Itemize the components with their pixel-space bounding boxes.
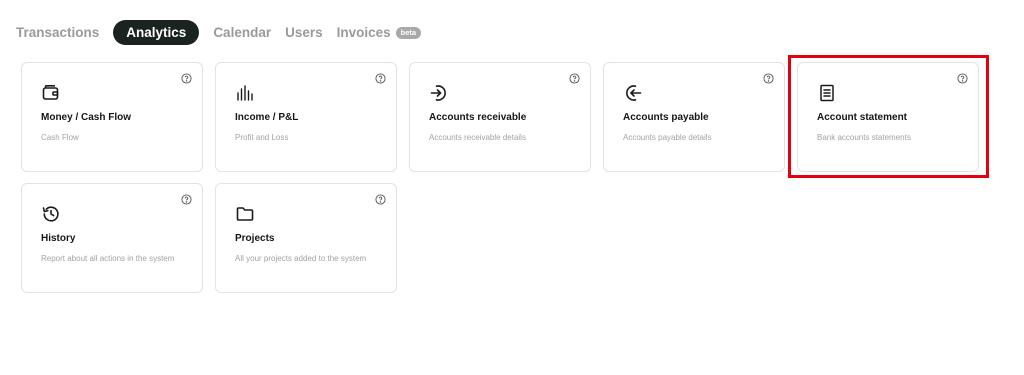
- document-icon: [817, 83, 837, 103]
- card-title: Money / Cash Flow: [41, 112, 132, 123]
- help-icon[interactable]: [569, 73, 580, 84]
- beta-badge: beta: [395, 26, 422, 39]
- card-description: Report about all actions in the system: [41, 254, 175, 263]
- wallet-icon: [41, 83, 61, 103]
- card-description: Accounts receivable details: [429, 133, 526, 142]
- card-accounts-payable[interactable]: Accounts payable Accounts payable detail…: [603, 62, 785, 172]
- history-icon: [41, 204, 61, 224]
- card-projects[interactable]: Projects All your projects added to the …: [215, 183, 397, 293]
- card-description: Cash Flow: [41, 133, 79, 142]
- card-title: Projects: [235, 233, 275, 244]
- tab-analytics[interactable]: Analytics: [113, 20, 200, 45]
- tab-invoices-label: Invoices: [336, 25, 391, 40]
- arrow-out-circle-icon: [623, 83, 643, 103]
- tab-calendar[interactable]: Calendar: [213, 25, 271, 40]
- card-accounts-receivable[interactable]: Accounts receivable Accounts receivable …: [409, 62, 591, 172]
- card-description: Accounts payable details: [623, 133, 712, 142]
- card-account-statement[interactable]: Account statement Bank accounts statemen…: [797, 62, 979, 172]
- tab-transactions[interactable]: Transactions: [16, 25, 99, 40]
- help-icon[interactable]: [181, 73, 192, 84]
- analytics-tabs: Transactions Analytics Calendar Users In…: [16, 20, 435, 45]
- help-icon[interactable]: [375, 73, 386, 84]
- card-description: Profit and Loss: [235, 133, 289, 142]
- card-title: Account statement: [817, 112, 908, 123]
- card-income-pl[interactable]: Income / P&L Profit and Loss: [215, 62, 397, 172]
- bar-chart-icon: [235, 83, 255, 103]
- card-title: Accounts payable: [623, 112, 709, 123]
- card-description: All your projects added to the system: [235, 254, 367, 263]
- help-icon[interactable]: [763, 73, 774, 84]
- card-description: Bank accounts statements: [817, 133, 911, 142]
- folder-icon: [235, 204, 255, 224]
- card-title: History: [41, 233, 76, 244]
- arrow-in-circle-icon: [429, 83, 449, 103]
- card-money-cash-flow[interactable]: Money / Cash Flow Cash Flow: [21, 62, 203, 172]
- help-icon[interactable]: [375, 194, 386, 205]
- help-icon[interactable]: [181, 194, 192, 205]
- tab-users[interactable]: Users: [285, 25, 323, 40]
- card-title: Accounts receivable: [429, 112, 527, 123]
- help-icon[interactable]: [957, 73, 968, 84]
- card-title: Income / P&L: [235, 112, 299, 123]
- tab-invoices[interactable]: Invoices beta: [336, 25, 422, 40]
- card-history[interactable]: History Report about all actions in the …: [21, 183, 203, 293]
